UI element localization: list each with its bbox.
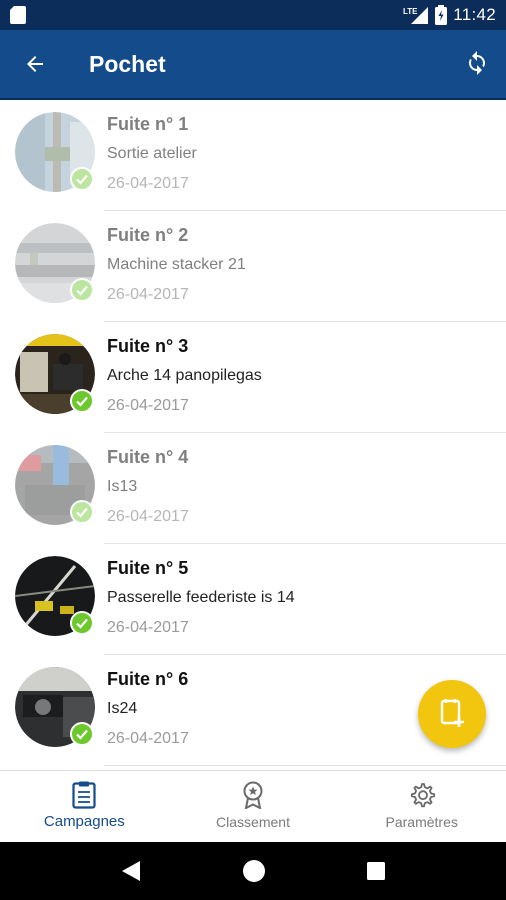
leak-thumbnail (15, 223, 95, 303)
arrow-left-icon (27, 56, 43, 72)
checkmark-icon (76, 285, 88, 296)
leak-date: 26-04-2017 (107, 619, 189, 636)
network-type: LTE (403, 7, 418, 16)
check-badge (70, 167, 94, 191)
leak-location: Is13 (107, 478, 138, 495)
leak-thumbnail (15, 667, 95, 747)
sd-card-icon (10, 6, 26, 24)
nav-label: Campagnes (43, 813, 125, 830)
status-bar: LTE 11:42 (0, 0, 506, 30)
leak-texts: Fuite n° 3 Arche 14 panopilegas 26-04-20… (107, 336, 262, 415)
leak-thumbnail (15, 556, 95, 636)
leak-row-1[interactable]: Fuite n° 1 Sortie atelier 26-04-2017 (0, 100, 506, 211)
leak-texts: Fuite n° 5 Passerelle feederiste is 14 2… (107, 558, 295, 637)
leak-date: 26-04-2017 (107, 397, 189, 414)
check-badge (70, 611, 94, 635)
sync-icon (469, 51, 485, 75)
recents-square-icon[interactable] (366, 861, 386, 881)
leak-texts: Fuite n° 2 Machine stacker 21 26-04-2017 (107, 225, 246, 304)
leak-title: Fuite n° 5 (107, 558, 189, 578)
check-badge (70, 722, 94, 746)
screen: LTE 11:42 Pochet Fuite n° 1 Sortie ateli… (0, 0, 506, 900)
add-leak-fab[interactable] (418, 680, 486, 748)
leak-row-5[interactable]: Fuite n° 5 Passerelle feederiste is 14 2… (0, 544, 506, 655)
back-triangle-icon[interactable] (120, 859, 142, 883)
clipboard-icon (72, 781, 96, 809)
nav-campagnes[interactable]: Campagnes (0, 771, 169, 842)
leak-row-4[interactable]: Fuite n° 4 Is13 26-04-2017 (0, 433, 506, 544)
leak-location: Passerelle feederiste is 14 (107, 589, 295, 606)
leak-list: Fuite n° 1 Sortie atelier 26-04-2017 Fui… (0, 100, 506, 770)
clock: 11:42 (453, 5, 496, 24)
page-title: Pochet (89, 50, 166, 77)
add-note-icon (440, 699, 464, 727)
checkmark-icon (76, 507, 88, 518)
system-nav-bar (0, 842, 506, 900)
leak-title: Fuite n° 1 (107, 114, 189, 134)
bottom-nav: Campagnes Classement Paramètres (0, 770, 506, 842)
lte-signal-icon: LTE (403, 7, 429, 24)
back-button[interactable] (0, 30, 70, 98)
check-badge (70, 389, 94, 413)
nav-classement[interactable]: Classement (169, 771, 338, 842)
leak-location: Is24 (107, 700, 138, 717)
app-bar: Pochet (0, 30, 506, 98)
leak-location: Sortie atelier (107, 145, 197, 162)
nav-label: Classement (216, 814, 290, 830)
checkmark-icon (76, 729, 88, 740)
leak-location: Arche 14 panopilegas (107, 367, 262, 384)
leak-texts: Fuite n° 1 Sortie atelier 26-04-2017 (107, 114, 197, 193)
leak-date: 26-04-2017 (107, 175, 189, 192)
leak-texts: Fuite n° 6 Is24 26-04-2017 (107, 669, 189, 748)
nav-label: Paramètres (385, 814, 458, 830)
leak-title: Fuite n° 3 (107, 336, 189, 356)
home-circle-icon[interactable] (242, 859, 266, 883)
award-icon (243, 781, 263, 809)
checkmark-icon (76, 396, 88, 407)
checkmark-icon (76, 618, 88, 629)
status-right: LTE 11:42 (403, 5, 496, 25)
leak-thumbnail (15, 334, 95, 414)
gear-icon (410, 783, 435, 808)
check-badge (70, 278, 94, 302)
divider (104, 765, 506, 766)
leak-row-3[interactable]: Fuite n° 3 Arche 14 panopilegas 26-04-20… (0, 322, 506, 433)
nav-parametres[interactable]: Paramètres (337, 771, 506, 842)
leak-row-2[interactable]: Fuite n° 2 Machine stacker 21 26-04-2017 (0, 211, 506, 322)
leak-thumbnail (15, 445, 95, 525)
refresh-button[interactable] (448, 30, 506, 98)
leak-location: Machine stacker 21 (107, 256, 246, 273)
leak-thumbnail (15, 112, 95, 192)
leak-title: Fuite n° 2 (107, 225, 189, 245)
battery-icon (435, 5, 448, 25)
leak-title: Fuite n° 4 (107, 447, 189, 467)
leak-date: 26-04-2017 (107, 286, 189, 303)
leak-texts: Fuite n° 4 Is13 26-04-2017 (107, 447, 189, 526)
check-badge (70, 500, 94, 524)
leak-title: Fuite n° 6 (107, 669, 189, 689)
leak-date: 26-04-2017 (107, 508, 189, 525)
checkmark-icon (76, 174, 88, 185)
leak-date: 26-04-2017 (107, 730, 189, 747)
